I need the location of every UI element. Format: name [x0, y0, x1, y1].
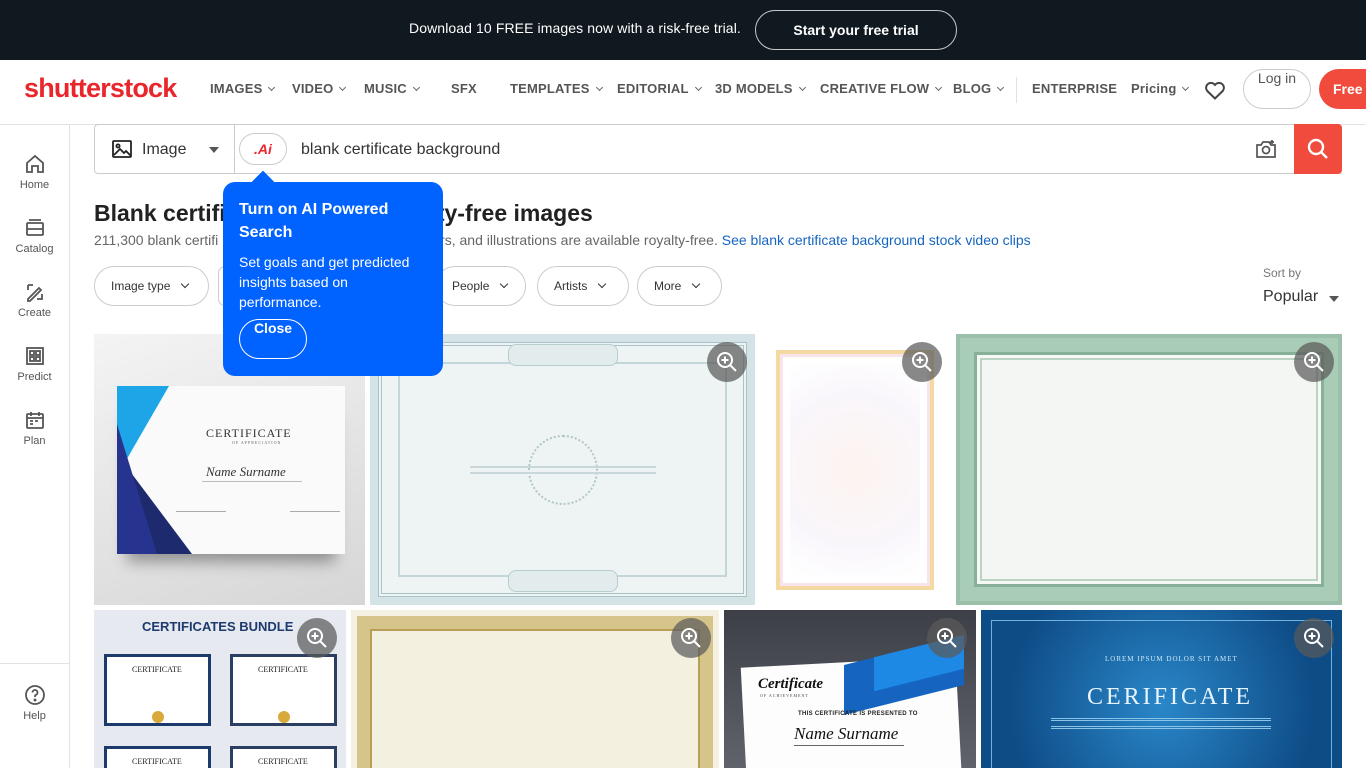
- zoom-button[interactable]: [297, 618, 337, 658]
- camera-search-icon[interactable]: [1255, 139, 1277, 159]
- zoom-in-icon: [307, 628, 327, 648]
- chevron-down-icon: [500, 279, 509, 289]
- media-type-label: Image: [142, 141, 187, 158]
- image-tile[interactable]: CERTIFICATES BUNDLE CERTIFICATE CERTIFIC…: [94, 610, 346, 768]
- chevron-down-icon: [935, 83, 943, 92]
- nav-templates[interactable]: TEMPLATES: [510, 81, 603, 96]
- promo-bar: Download 10 FREE images now with a risk-…: [0, 0, 1366, 60]
- chevron-down-icon: [339, 83, 347, 92]
- zoom-in-icon: [937, 628, 957, 648]
- heart-icon[interactable]: [1203, 78, 1227, 102]
- zoom-in-icon: [681, 628, 701, 648]
- zoom-button[interactable]: [902, 342, 942, 382]
- predict-icon: [25, 347, 44, 365]
- help-section: Help: [0, 663, 69, 768]
- help-icon: [24, 685, 45, 705]
- filter-artists[interactable]: Artists: [537, 266, 629, 306]
- caret-down-icon: [1329, 296, 1339, 302]
- chevron-down-icon: [412, 83, 420, 92]
- filter-image-type[interactable]: Image type: [94, 266, 209, 306]
- nav-blog[interactable]: BLOG: [953, 81, 1005, 96]
- thumb-title: CERTIFICATES BUNDLE: [142, 619, 294, 634]
- sidebar-item-create[interactable]: Create: [0, 281, 69, 319]
- chevron-down-icon: [1182, 83, 1190, 92]
- zoom-button[interactable]: [1294, 618, 1334, 658]
- sidebar-item-catalog[interactable]: Catalog: [0, 217, 69, 255]
- image-tile[interactable]: [956, 334, 1342, 605]
- video-clips-link[interactable]: See blank certificate background stock v…: [722, 232, 1031, 248]
- promo-text: Download 10 FREE images now with a risk-…: [409, 20, 741, 36]
- sort-by-label: Sort by: [1263, 266, 1302, 280]
- nav-3d-models[interactable]: 3D MODELS: [715, 81, 806, 96]
- search-bar: Image .Ai blank certificate background: [94, 124, 1342, 174]
- zoom-button[interactable]: [707, 342, 747, 382]
- chevron-down-icon: [692, 279, 701, 289]
- catalog-icon: [25, 219, 44, 236]
- chevron-down-icon: [694, 83, 702, 92]
- chevron-down-icon: [595, 83, 603, 92]
- chevron-down-icon: [598, 279, 607, 289]
- image-tile[interactable]: Certificate OF ACHIEVEMENT THIS CERTIFIC…: [724, 610, 976, 768]
- nav-pricing[interactable]: Pricing: [1131, 81, 1190, 96]
- shutterstock-logo[interactable]: shutterstock: [24, 73, 177, 104]
- ai-search-toggle[interactable]: .Ai: [239, 133, 287, 165]
- sidebar-item-help[interactable]: Help: [0, 684, 69, 722]
- calendar-icon: [25, 412, 44, 429]
- zoom-button[interactable]: [927, 618, 967, 658]
- chevron-down-icon: [181, 279, 190, 289]
- chevron-down-icon: [798, 83, 806, 92]
- left-sidebar: Home Catalog Create Predict Plan Help: [0, 125, 70, 768]
- nav-editorial[interactable]: EDITORIAL: [617, 81, 702, 96]
- nav-creative-flow[interactable]: CREATIVE FLOW: [820, 81, 943, 96]
- sidebar-item-predict[interactable]: Predict: [0, 345, 69, 383]
- nav-divider: [1016, 77, 1017, 103]
- login-button[interactable]: Log in: [1243, 69, 1311, 109]
- image-tile[interactable]: [351, 610, 719, 768]
- ai-search-popover: Turn on AI Powered Search Set goals and …: [223, 182, 443, 376]
- free-trial-button[interactable]: Free t: [1319, 69, 1366, 109]
- search-input[interactable]: blank certificate background: [301, 141, 500, 159]
- image-icon: [112, 140, 132, 158]
- search-button[interactable]: [1294, 124, 1342, 174]
- search-icon: [1307, 138, 1328, 159]
- nav-images[interactable]: IMAGES: [210, 81, 276, 96]
- create-icon: [26, 284, 43, 302]
- sort-select[interactable]: Popular: [1263, 288, 1339, 306]
- image-tile[interactable]: LOREM IPSUM DOLOR SIT AMET CERIFICATE: [981, 610, 1342, 768]
- thumb-title: CERIFICATE: [1087, 684, 1254, 710]
- zoom-in-icon: [1304, 352, 1324, 372]
- nav-enterprise[interactable]: ENTERPRISE: [1032, 81, 1117, 96]
- start-free-trial-button[interactable]: Start your free trial: [755, 10, 957, 50]
- media-type-select[interactable]: Image: [95, 125, 235, 173]
- thumb-title: CERTIFICATE: [206, 426, 292, 440]
- chevron-down-icon: [268, 83, 276, 92]
- nav-video[interactable]: VIDEO: [292, 81, 347, 96]
- filter-people[interactable]: People: [435, 266, 526, 306]
- filter-more[interactable]: More: [637, 266, 722, 306]
- home-icon: [25, 154, 44, 173]
- image-tile[interactable]: [760, 334, 951, 605]
- nav-music[interactable]: MUSIC: [364, 81, 420, 96]
- caret-down-icon: [209, 147, 219, 153]
- zoom-button[interactable]: [1294, 342, 1334, 382]
- popover-close-button[interactable]: Close: [239, 319, 307, 359]
- sidebar-item-home[interactable]: Home: [0, 153, 69, 191]
- nav-sfx[interactable]: SFX: [451, 81, 477, 96]
- zoom-in-icon: [912, 352, 932, 372]
- zoom-in-icon: [1304, 628, 1324, 648]
- thumb-title: Certificate: [758, 676, 823, 692]
- popover-body: Set goals and get predicted insights bas…: [239, 254, 410, 310]
- chevron-down-icon: [997, 83, 1005, 92]
- zoom-in-icon: [717, 352, 737, 372]
- sidebar-item-plan[interactable]: Plan: [0, 409, 69, 447]
- popover-title: Turn on AI Powered Search: [239, 201, 389, 241]
- site-header: shutterstock IMAGES VIDEO MUSIC SFX TEMP…: [0, 60, 1366, 125]
- zoom-button[interactable]: [671, 618, 711, 658]
